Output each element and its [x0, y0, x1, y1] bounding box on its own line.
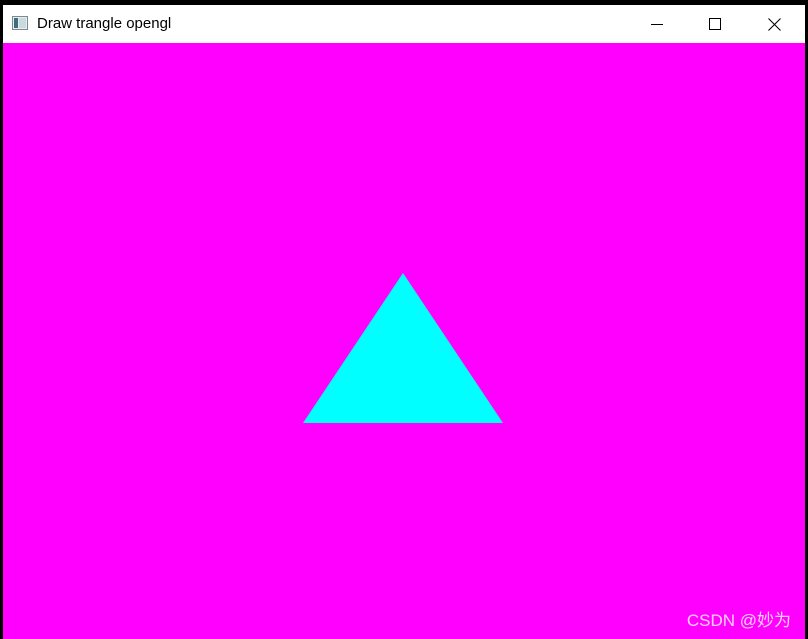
opengl-canvas[interactable]: CSDN @妙为	[3, 43, 805, 639]
close-button[interactable]	[744, 5, 805, 43]
maximize-button[interactable]	[686, 5, 744, 43]
close-icon	[768, 17, 781, 31]
render-surface	[3, 43, 805, 639]
app-window: Draw trangle opengl CSDN @妙为	[3, 5, 805, 639]
title-bar[interactable]: Draw trangle opengl	[3, 5, 805, 43]
maximize-icon	[709, 18, 721, 30]
minimize-button[interactable]	[628, 5, 686, 43]
application-window-icon	[12, 16, 28, 30]
window-title: Draw trangle opengl	[37, 15, 172, 32]
minimize-icon	[651, 24, 663, 25]
watermark: CSDN @妙为	[686, 611, 791, 630]
